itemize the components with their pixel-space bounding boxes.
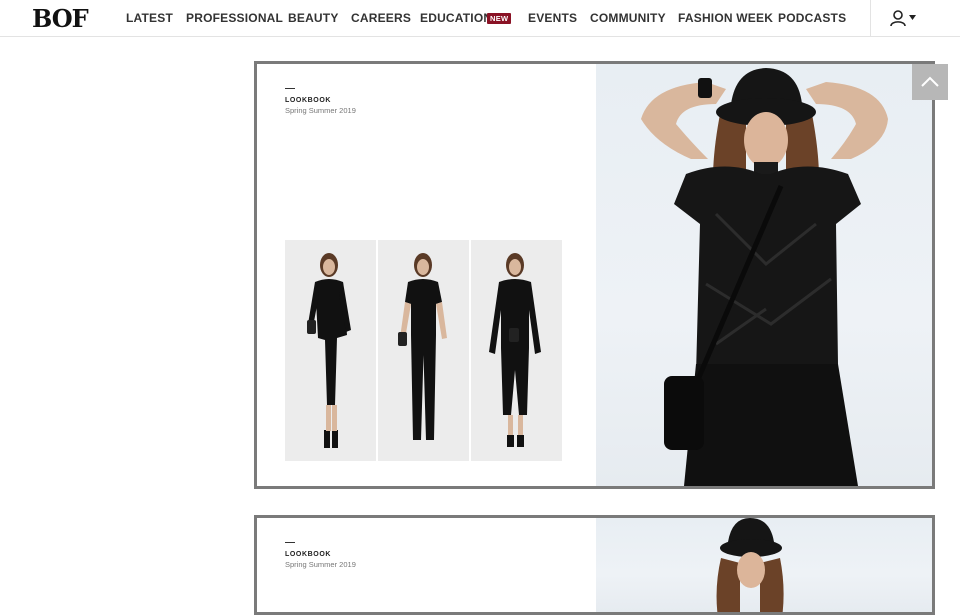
- nav-professional[interactable]: PROFESSIONAL: [186, 0, 283, 37]
- lookbook-card[interactable]: LOOKBOOK Spring Summer 2019: [254, 61, 935, 489]
- model-hero-image: [641, 68, 888, 486]
- model-figure-image: [398, 253, 447, 440]
- card-season: Spring Summer 2019: [285, 106, 356, 115]
- nav-latest[interactable]: LATEST: [126, 0, 173, 37]
- bof-logo-mark: BOF: [32, 4, 90, 33]
- bof-logo-text: BOF: [32, 4, 89, 32]
- nav-events[interactable]: EVENTS: [528, 0, 577, 37]
- nav-education[interactable]: EDUCATION: [420, 0, 492, 37]
- lookbook-card[interactable]: LOOKBOOK Spring Summer 2019: [254, 515, 935, 615]
- nav-podcasts[interactable]: PODCASTS: [778, 0, 846, 37]
- card-label: LOOKBOOK: [285, 97, 332, 104]
- card-dash: [285, 542, 295, 543]
- model-figure-image: [489, 253, 541, 447]
- nav-fashion-week[interactable]: FASHION WEEK: [678, 0, 773, 37]
- model-hero-image: [716, 518, 784, 612]
- look-thumbnail[interactable]: [285, 240, 376, 461]
- card-dash: [285, 88, 295, 89]
- nav-divider: [870, 0, 871, 37]
- nav-careers[interactable]: CAREERS: [351, 0, 411, 37]
- card-season: Spring Summer 2019: [285, 560, 356, 569]
- account-menu[interactable]: [888, 9, 918, 29]
- card-label: LOOKBOOK: [285, 551, 332, 558]
- caret-down-icon: [909, 15, 916, 20]
- model-figure-image: [307, 253, 351, 448]
- lookbook-hero-image[interactable]: [596, 518, 932, 612]
- chevron-up-icon: [921, 76, 939, 87]
- new-badge: NEW: [487, 13, 512, 24]
- scroll-to-top-button[interactable]: [912, 64, 948, 100]
- bof-logo[interactable]: BOF: [32, 4, 90, 33]
- nav-community[interactable]: COMMUNITY: [590, 0, 666, 37]
- top-navigation: BOF LATEST PROFESSIONAL BEAUTY CAREERS E…: [0, 0, 960, 37]
- look-thumbnail[interactable]: [471, 240, 562, 461]
- lookbook-hero-image[interactable]: [596, 64, 932, 486]
- user-icon: [890, 10, 916, 27]
- look-thumbnail[interactable]: [378, 240, 469, 461]
- nav-beauty[interactable]: BEAUTY: [288, 0, 339, 37]
